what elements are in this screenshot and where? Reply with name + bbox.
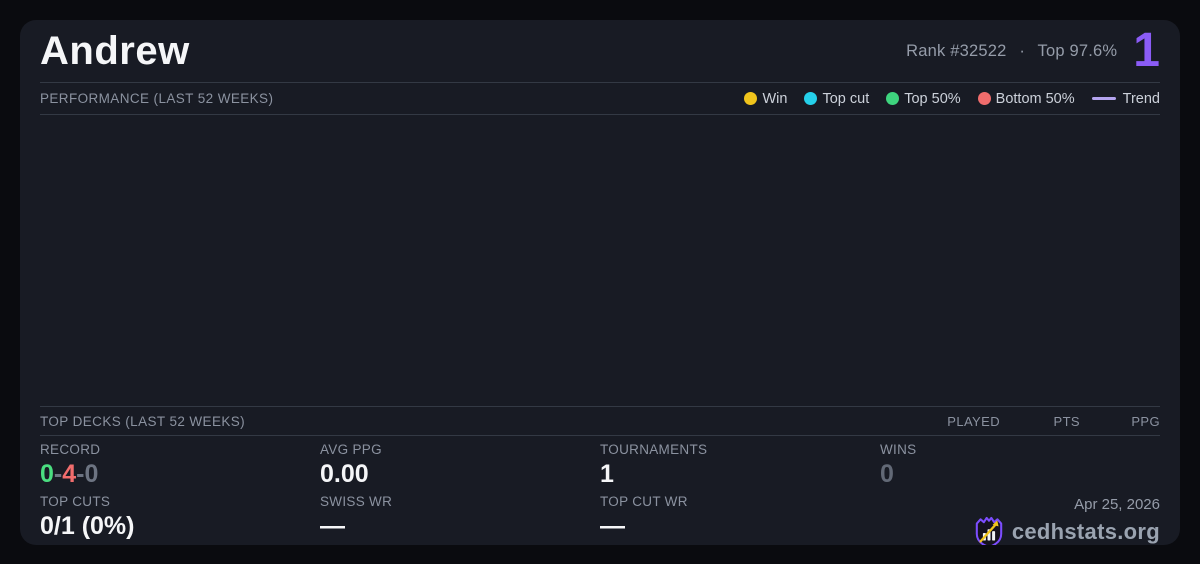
player-stats-card: Andrew Rank #32522 · Top 97.6% 1 PERFORM…	[20, 20, 1180, 545]
rank-text: Rank #32522	[906, 41, 1007, 60]
win-dot-icon	[744, 92, 758, 105]
legend-label: Win	[762, 90, 788, 107]
top-decks-columns: PLAYED PTS PPG	[920, 414, 1160, 429]
record-losses: 4	[62, 460, 77, 488]
top-percent-text: Top 97.6%	[1037, 41, 1118, 60]
legend-item-win[interactable]: Win	[744, 91, 787, 107]
top-cut-wr-value: —	[600, 512, 625, 540]
performance-section-title: PERFORMANCE (LAST 52 WEEKS)	[40, 91, 274, 106]
legend-label: Trend	[1122, 90, 1160, 107]
wins-value: 0	[880, 460, 894, 488]
stat-label: SWISS WR	[320, 494, 393, 509]
stats-grid: RECORD 0-4-0 AVG PPG 0.00 TOURNAMENTS 1 …	[40, 436, 1160, 545]
stat-label: AVG PPG	[320, 442, 382, 457]
brand-row: cedhstats.org	[974, 515, 1160, 545]
stat-label: TOP CUT WR	[600, 494, 688, 509]
performance-header-row: PERFORMANCE (LAST 52 WEEKS) Win Top cut …	[40, 83, 1160, 115]
cedhstats-logo-icon	[974, 515, 1004, 545]
record-separator: -	[53, 460, 63, 488]
bottom50-dot-icon	[977, 92, 991, 105]
top-decks-header-row: TOP DECKS (LAST 52 WEEKS) PLAYED PTS PPG	[40, 407, 1160, 436]
stat-wins: WINS 0	[880, 442, 1160, 494]
legend-label: Top 50%	[904, 90, 961, 107]
legend-label: Bottom 50%	[995, 90, 1075, 107]
rank-line: Rank #32522 · Top 97.6%	[906, 42, 1117, 61]
stat-avg-ppg: AVG PPG 0.00	[320, 442, 600, 494]
legend-item-trend[interactable]: Trend	[1091, 90, 1160, 107]
tournaments-value: 1	[600, 460, 614, 488]
column-pts: PTS	[1053, 413, 1080, 429]
legend-label: Top cut	[822, 90, 870, 107]
performance-chart-area	[40, 115, 1160, 407]
top-cuts-value: 0/1 (0%)	[40, 512, 135, 540]
avg-ppg-value: 0.00	[320, 460, 369, 488]
stat-top-cut-wr: TOP CUT WR —	[600, 494, 880, 545]
top50-dot-icon	[886, 92, 900, 105]
dot-separator: ·	[1019, 41, 1026, 60]
deck-count-badge: 1	[1133, 24, 1160, 77]
stat-label: RECORD	[40, 442, 101, 457]
record-value: 0-4-0	[40, 460, 320, 489]
stat-label: TOURNAMENTS	[600, 442, 708, 457]
top-cut-dot-icon	[804, 92, 818, 105]
record-wins: 0	[40, 460, 54, 488]
brand-name: cedhstats.org	[1011, 519, 1160, 544]
card-footer: Apr 25, 2026 cedhstats.org	[880, 494, 1160, 545]
swiss-wr-value: —	[320, 512, 345, 540]
stat-swiss-wr: SWISS WR —	[320, 494, 600, 545]
record-draws: 0	[84, 460, 99, 488]
top-decks-section-title: TOP DECKS (LAST 52 WEEKS)	[40, 413, 246, 429]
header-right: Rank #32522 · Top 97.6% 1	[906, 27, 1160, 75]
column-ppg: PPG	[1131, 413, 1160, 429]
card-header: Andrew Rank #32522 · Top 97.6% 1	[40, 20, 1160, 83]
generated-date: Apr 25, 2026	[1074, 496, 1160, 513]
player-name: Andrew	[40, 28, 190, 73]
trend-line-icon	[1091, 97, 1116, 100]
column-played: PLAYED	[947, 413, 1000, 429]
stat-top-cuts: TOP CUTS 0/1 (0%)	[40, 494, 320, 545]
stat-label: TOP CUTS	[40, 494, 111, 509]
legend-item-bottom50[interactable]: Bottom 50%	[977, 90, 1075, 107]
stat-record: RECORD 0-4-0	[40, 442, 320, 494]
stat-label: WINS	[880, 442, 917, 457]
chart-legend: Win Top cut Top 50% Bottom 50% Trend	[744, 91, 1160, 107]
legend-item-top-cut[interactable]: Top cut	[804, 91, 869, 107]
legend-item-top50[interactable]: Top 50%	[886, 90, 961, 107]
stat-tournaments: TOURNAMENTS 1	[600, 442, 880, 494]
